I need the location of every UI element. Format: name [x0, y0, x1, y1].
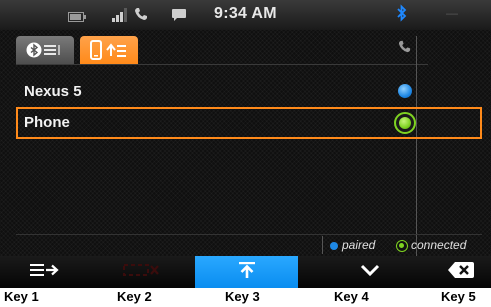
key5-delete-button[interactable] [430, 256, 491, 288]
status-bar: 9:34 AM — [0, 0, 491, 30]
key1-forward-list-button[interactable] [0, 256, 90, 288]
message-icon [171, 8, 187, 27]
backspace-icon [447, 261, 474, 283]
key5-label: Key 5 [441, 289, 476, 304]
key3-transfer-button[interactable] [195, 256, 298, 288]
connected-status-icon [394, 112, 416, 134]
column-divider [416, 36, 417, 262]
device-row-phone[interactable]: Phone [16, 107, 482, 139]
legend-separator [322, 236, 323, 254]
tab-divider [16, 64, 428, 65]
bluetooth-list-icon [26, 42, 64, 63]
chevron-down-icon [360, 263, 380, 282]
key3-label: Key 3 [225, 289, 260, 304]
paired-status-icon [398, 84, 412, 98]
key4-down-button[interactable] [320, 256, 420, 288]
status-dashes: — [446, 6, 460, 20]
list-arrow-icon [30, 263, 60, 282]
connected-legend-label: connected [411, 238, 467, 252]
signal-strength-icon [112, 8, 130, 27]
legend-divider [16, 234, 482, 235]
paired-legend-dot-icon [330, 242, 338, 250]
key1-label: Key 1 [4, 289, 39, 304]
phone-call-icon [134, 7, 148, 26]
bluetooth-devices-tab[interactable] [16, 36, 74, 64]
connected-legend-ring-icon [396, 240, 408, 252]
device-name: Nexus 5 [24, 83, 82, 100]
device-row-nexus5[interactable]: Nexus 5 [16, 76, 482, 108]
phone-transfer-icon [89, 40, 129, 65]
battery-icon [68, 9, 86, 27]
bluetooth-icon [397, 4, 407, 27]
disconnect-icon [120, 262, 160, 283]
key2-label: Key 2 [117, 289, 152, 304]
phone-column-icon [398, 40, 411, 58]
softkey-bar [0, 256, 491, 288]
device-screen: 9:34 AM — Nexus 5 Phone paired connected [0, 0, 491, 288]
clock-time: 9:34 AM [214, 5, 277, 22]
paired-legend-label: paired [342, 238, 376, 252]
upload-arrow-icon [238, 261, 256, 284]
phone-tab[interactable] [80, 36, 138, 64]
key2-disconnect-button[interactable] [90, 256, 190, 288]
device-name: Phone [24, 114, 70, 131]
key4-label: Key 4 [334, 289, 369, 304]
